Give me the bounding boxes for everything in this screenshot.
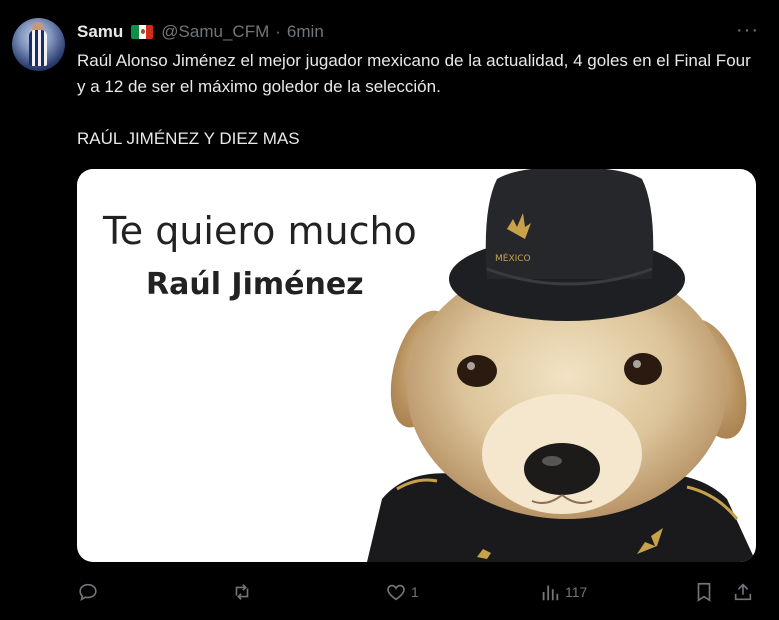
views-count: 117 <box>565 584 588 600</box>
tweet-text: Raúl Alonso Jiménez el mejor jugador mex… <box>77 48 763 152</box>
like-count: 1 <box>411 584 419 600</box>
reply-icon <box>79 583 97 601</box>
tweet-header: Samu @Samu_CFM · 6min <box>77 20 324 44</box>
author-handle[interactable]: @Samu_CFM <box>161 22 269 42</box>
hat-text: MÉXICO <box>495 252 531 264</box>
like-button[interactable]: 1 <box>385 578 419 606</box>
mexico-flag-icon <box>131 25 154 39</box>
timestamp[interactable]: 6min <box>287 22 324 42</box>
author-name[interactable]: Samu <box>77 22 123 42</box>
tweet-text-line1: Raúl Alonso Jiménez el mejor jugador mex… <box>77 51 751 96</box>
tweet: Samu @Samu_CFM · 6min ··· Raúl Alonso Ji… <box>0 0 779 620</box>
avatar-figure <box>29 30 47 66</box>
tweet-text-line2: RAÚL JIMÉNEZ Y DIEZ MAS <box>77 129 300 148</box>
repost-icon <box>235 584 249 600</box>
heart-icon <box>387 584 405 601</box>
share-icon <box>734 583 752 601</box>
views-button[interactable]: 117 <box>539 578 587 606</box>
action-bar: 1 117 <box>77 578 763 606</box>
repost-button[interactable] <box>231 578 257 606</box>
bookmark-button[interactable] <box>693 578 715 606</box>
more-options-icon[interactable]: ··· <box>736 20 759 40</box>
separator-dot: · <box>275 22 281 41</box>
media-image[interactable]: Te quiero mucho Raúl Jiménez MÉXICO <box>77 169 756 562</box>
reply-button[interactable] <box>77 578 103 606</box>
puppy-illustration: MÉXICO <box>367 169 756 562</box>
share-button[interactable] <box>732 578 754 606</box>
bookmark-icon <box>697 582 711 602</box>
views-icon <box>542 585 559 601</box>
avatar[interactable] <box>12 18 65 71</box>
